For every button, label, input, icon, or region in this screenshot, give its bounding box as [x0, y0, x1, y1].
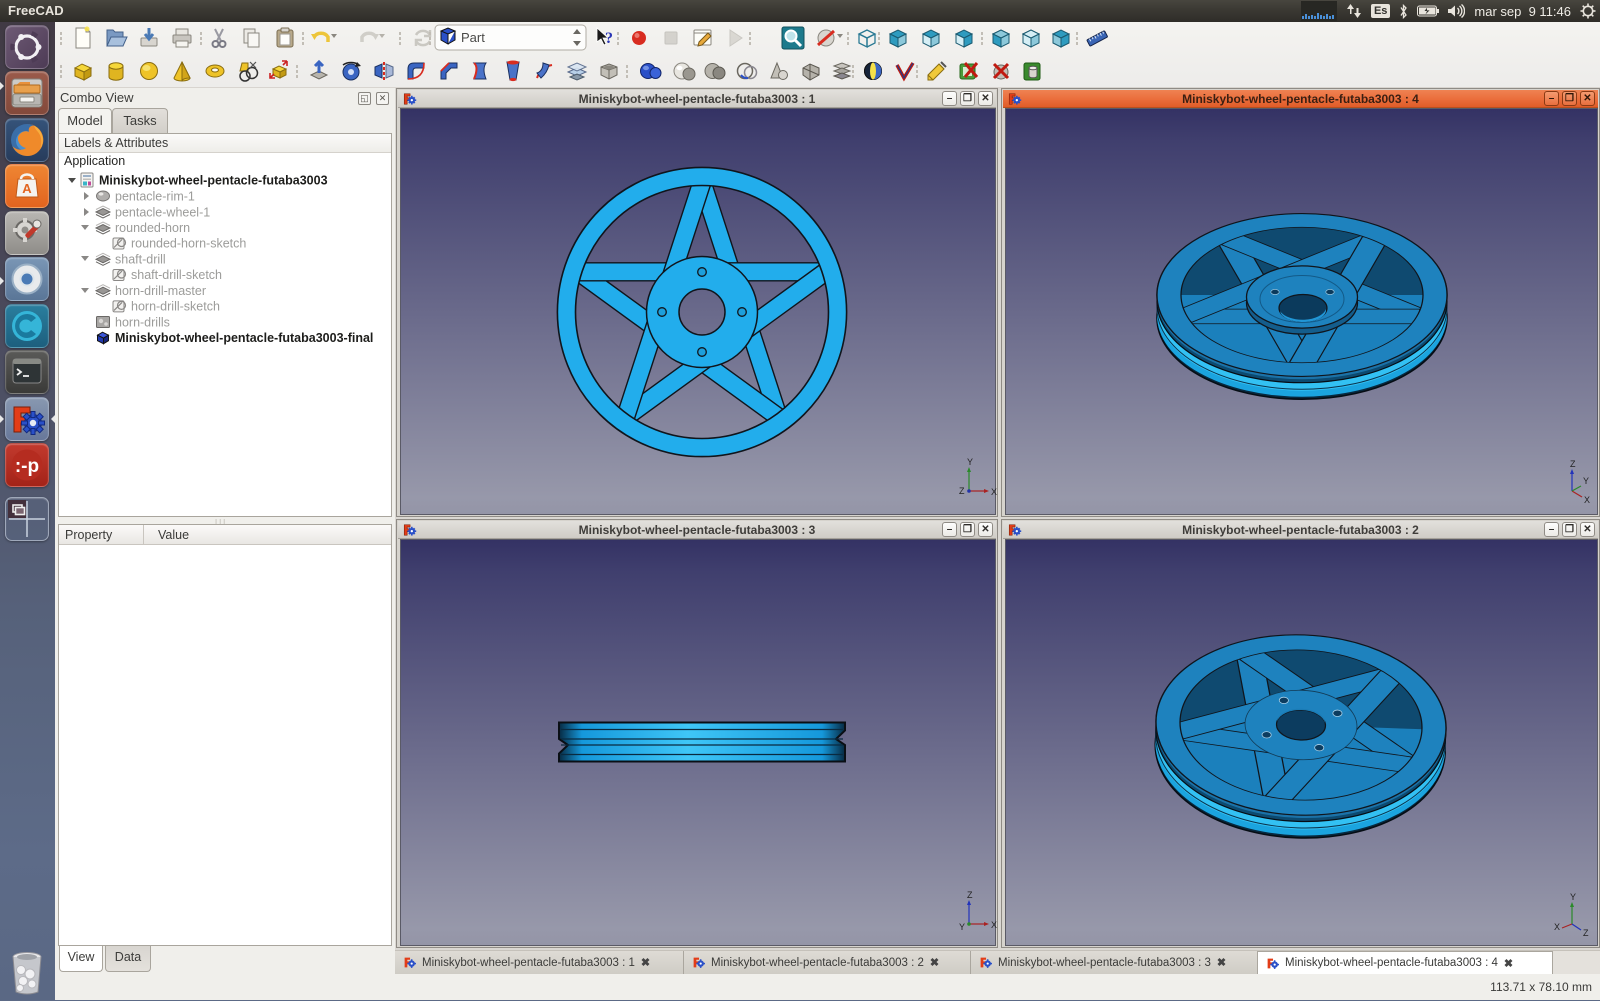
- svg-text:Y: Y: [967, 457, 973, 467]
- svg-text:pentacle-wheel-1: pentacle-wheel-1: [115, 205, 210, 219]
- svg-text:horn-drill-master: horn-drill-master: [115, 284, 206, 298]
- svg-text:shaft-drill: shaft-drill: [115, 253, 166, 267]
- svg-text:Y: Y: [1570, 892, 1576, 902]
- svg-text:Z: Z: [1583, 928, 1589, 938]
- svg-text:X: X: [991, 920, 997, 930]
- svg-text:Y: Y: [1583, 476, 1589, 486]
- svg-text:Z: Z: [1570, 459, 1576, 469]
- svg-text:Miniskybot-wheel-pentacle-futa: Miniskybot-wheel-pentacle-futaba3003-fin…: [115, 331, 373, 345]
- svg-text:Part: Part: [461, 30, 485, 45]
- svg-text:Application: Application: [64, 154, 125, 168]
- svg-text:Miniskybot-wheel-pentacle-futa: Miniskybot-wheel-pentacle-futaba3003: [99, 174, 328, 188]
- svg-text:Z: Z: [967, 890, 973, 900]
- svg-text:rounded-horn-sketch: rounded-horn-sketch: [131, 237, 246, 251]
- svg-text:horn-drill-sketch: horn-drill-sketch: [131, 300, 220, 314]
- svg-text::-p: :-p: [15, 456, 39, 477]
- svg-text:Y: Y: [959, 922, 965, 932]
- svg-text:X: X: [991, 487, 997, 497]
- svg-text:pentacle-rim-1: pentacle-rim-1: [115, 190, 195, 204]
- svg-text:A: A: [22, 181, 32, 196]
- svg-text:X: X: [1584, 495, 1590, 505]
- svg-text:Z: Z: [959, 486, 965, 496]
- svg-text:shaft-drill-sketch: shaft-drill-sketch: [131, 268, 222, 282]
- svg-text:?: ?: [605, 30, 613, 47]
- svg-text:X: X: [1554, 922, 1560, 932]
- svg-text:horn-drills: horn-drills: [115, 315, 170, 329]
- svg-text:rounded-horn: rounded-horn: [115, 221, 190, 235]
